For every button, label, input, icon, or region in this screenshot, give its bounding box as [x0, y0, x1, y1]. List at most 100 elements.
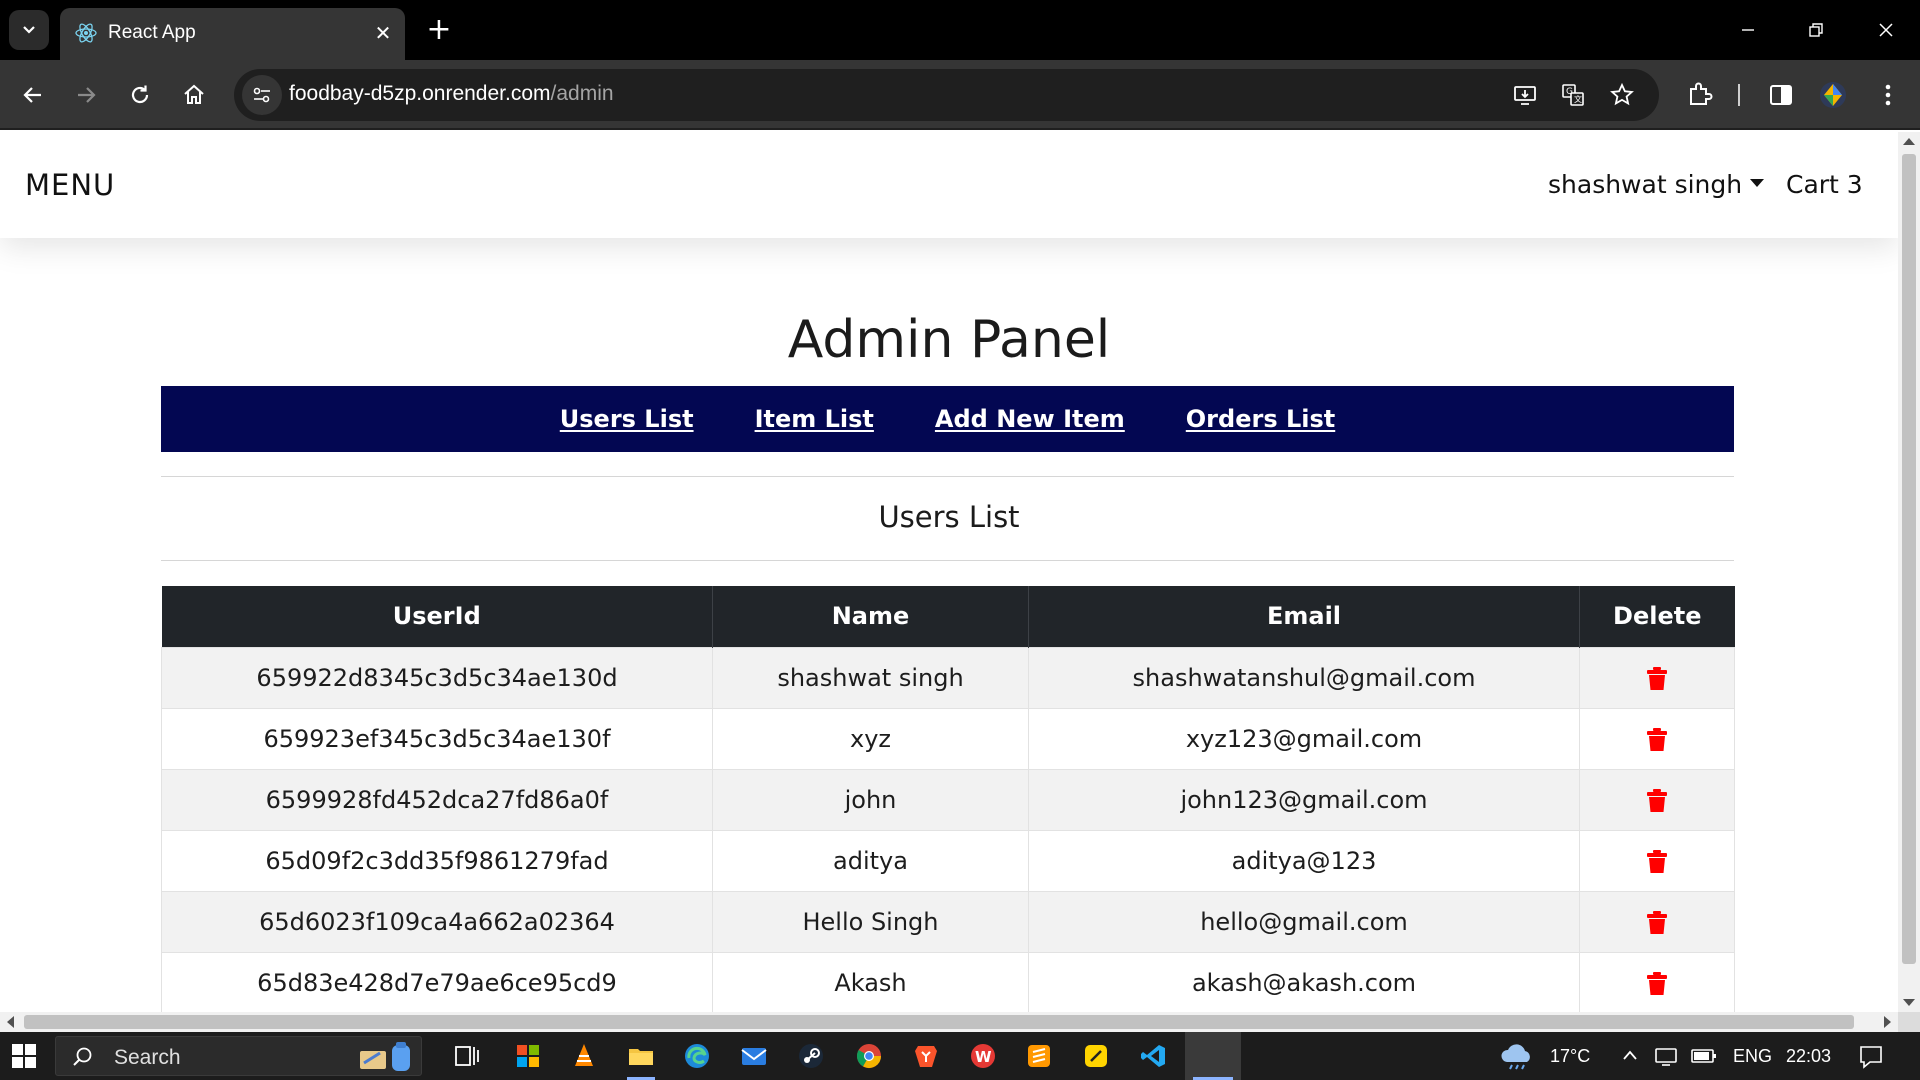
- nav-orders-list[interactable]: Orders List: [1186, 405, 1335, 433]
- tab-search-button[interactable]: [9, 10, 49, 50]
- scroll-up-arrow-icon[interactable]: [1903, 138, 1915, 145]
- scrollbar-corner: [1898, 1012, 1920, 1032]
- back-button[interactable]: [15, 77, 51, 113]
- mail-icon[interactable]: [740, 1042, 768, 1070]
- scroll-left-arrow-icon[interactable]: [7, 1016, 14, 1028]
- home-button[interactable]: [176, 77, 212, 113]
- toolbar-separator: [1738, 84, 1740, 106]
- trash-icon[interactable]: [1647, 727, 1667, 752]
- table-row: 65d09f2c3dd35f9861279fad aditya aditya@123: [161, 829, 1735, 892]
- site-brand[interactable]: MENU: [25, 168, 115, 202]
- vscode-icon[interactable]: [1139, 1042, 1167, 1070]
- trash-icon[interactable]: [1647, 666, 1667, 691]
- clock-time[interactable]: 22:03: [1786, 1046, 1831, 1067]
- brave-icon[interactable]: [912, 1042, 940, 1070]
- vertical-scroll-thumb[interactable]: [1902, 154, 1916, 964]
- chevron-down-icon: [23, 26, 35, 34]
- table-header-row: UserId Name Email Delete: [161, 586, 1735, 647]
- url-path: /admin: [550, 82, 614, 105]
- restore-icon: [1809, 23, 1823, 37]
- forward-button[interactable]: [68, 77, 104, 113]
- cell-name: john: [712, 768, 1029, 831]
- close-window-button[interactable]: [1866, 12, 1906, 48]
- extensions-icon[interactable]: [1685, 80, 1715, 110]
- weather-temperature[interactable]: 17°C: [1550, 1046, 1590, 1067]
- restore-button[interactable]: [1796, 12, 1836, 48]
- vlc-icon[interactable]: [570, 1042, 598, 1070]
- cell-email: akash@akash.com: [1028, 951, 1580, 1012]
- cart-link[interactable]: Cart 3: [1786, 170, 1863, 199]
- user-dropdown[interactable]: shashwat singh: [1548, 170, 1765, 199]
- task-view-icon[interactable]: [453, 1042, 481, 1070]
- cell-id: 65d09f2c3dd35f9861279fad: [161, 829, 713, 892]
- cell-id: 659922d8345c3d5c34ae130d: [161, 646, 713, 709]
- page-title: Admin Panel: [787, 310, 1111, 370]
- cell-email: aditya@123: [1028, 829, 1580, 892]
- steam-icon[interactable]: [797, 1042, 825, 1070]
- notification-icon[interactable]: [1858, 1044, 1884, 1070]
- trash-icon[interactable]: [1647, 971, 1667, 996]
- trash-icon[interactable]: [1647, 910, 1667, 935]
- profile-avatar-icon[interactable]: [1818, 80, 1848, 110]
- cell-delete: [1579, 646, 1735, 709]
- install-app-icon[interactable]: [1512, 82, 1538, 108]
- site-info-button[interactable]: [242, 75, 282, 115]
- notes-app-icon[interactable]: [1082, 1042, 1110, 1070]
- column-header-email: Email: [1028, 586, 1580, 647]
- taskbar-active-highlight: [1185, 1032, 1241, 1080]
- wps-office-icon[interactable]: W: [969, 1042, 997, 1070]
- nav-add-new-item[interactable]: Add New Item: [935, 405, 1125, 433]
- bookmark-star-icon[interactable]: [1609, 82, 1635, 108]
- cell-email: john123@gmail.com: [1028, 768, 1580, 831]
- scroll-down-arrow-icon[interactable]: [1903, 999, 1915, 1006]
- horizontal-scrollbar[interactable]: [0, 1012, 1898, 1032]
- new-tab-button[interactable]: +: [425, 13, 453, 47]
- table-row: 659923ef345c3d5c34ae130f xyz xyz123@gmail.…: [161, 707, 1735, 770]
- search-icon: [73, 1047, 92, 1066]
- arrow-left-icon: [23, 87, 41, 103]
- cell-delete: [1579, 768, 1735, 831]
- more-options-icon[interactable]: [1873, 80, 1903, 110]
- url-host: foodbay-d5zp.onrender.com: [289, 82, 551, 105]
- chevron-up-icon[interactable]: [1622, 1048, 1638, 1062]
- trash-icon[interactable]: [1647, 849, 1667, 874]
- reload-button[interactable]: [122, 77, 158, 113]
- minimize-button[interactable]: [1728, 12, 1768, 48]
- table-row: 659922d8345c3d5c34ae130d shashwat singh sh…: [161, 646, 1735, 709]
- windows-start-icon[interactable]: [12, 1044, 36, 1068]
- divider-top: [161, 476, 1734, 477]
- nav-users-list[interactable]: Users List: [560, 405, 694, 433]
- weather-cloud-icon[interactable]: [1498, 1042, 1536, 1070]
- translate-icon[interactable]: G文: [1560, 82, 1586, 108]
- arrow-right-icon: [78, 87, 96, 103]
- horizontal-scroll-thumb[interactable]: [24, 1015, 1854, 1029]
- browser-tab-active[interactable]: React App ✕: [60, 8, 405, 60]
- input-language[interactable]: ENG: [1733, 1046, 1772, 1067]
- scroll-right-arrow-icon[interactable]: [1884, 1016, 1891, 1028]
- address-bar[interactable]: foodbay-d5zp.onrender.com/admin G文: [234, 69, 1659, 121]
- svg-text:G: G: [1566, 87, 1573, 97]
- display-settings-icon[interactable]: [1654, 1044, 1678, 1068]
- edge-icon[interactable]: [683, 1042, 711, 1070]
- cell-name: Akash: [712, 951, 1029, 1012]
- office-app-icon[interactable]: [514, 1042, 542, 1070]
- battery-icon[interactable]: [1690, 1046, 1718, 1066]
- file-explorer-icon[interactable]: [627, 1042, 655, 1070]
- sublime-text-icon[interactable]: [1025, 1042, 1053, 1070]
- windows-taskbar: Search W 17°C ENG 22:03: [0, 1032, 1920, 1080]
- column-header-name: Name: [712, 586, 1029, 647]
- trash-icon[interactable]: [1647, 788, 1667, 813]
- taskbar-search-box[interactable]: Search: [55, 1036, 422, 1076]
- side-panel-icon[interactable]: [1766, 80, 1796, 110]
- chrome-icon[interactable]: [855, 1042, 883, 1070]
- table-row: 6599928fd452dca27fd86a0f john john123@gmai…: [161, 768, 1735, 831]
- cell-delete: [1579, 829, 1735, 892]
- nav-item-list[interactable]: Item List: [755, 405, 874, 433]
- page-viewport: MENU shashwat singh Cart 3 Admin Panel U…: [0, 132, 1898, 1012]
- close-tab-icon[interactable]: ✕: [370, 20, 396, 46]
- url-text[interactable]: foodbay-d5zp.onrender.com/admin: [289, 82, 614, 106]
- cell-email: xyz123@gmail.com: [1028, 707, 1580, 770]
- browser-tab-bar: React App ✕ +: [0, 0, 1920, 60]
- table-row: 65d6023f109ca4a662a02364 Hello Singh hello…: [161, 890, 1735, 953]
- vertical-scrollbar[interactable]: [1898, 132, 1920, 1012]
